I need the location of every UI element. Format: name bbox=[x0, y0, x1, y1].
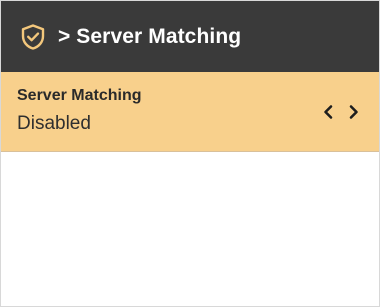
value-selector bbox=[321, 103, 361, 121]
chevron-right-icon[interactable] bbox=[347, 103, 361, 121]
setting-row-server-matching[interactable]: Server Matching Disabled bbox=[1, 72, 379, 152]
setting-value: Disabled bbox=[17, 112, 91, 134]
page-title: > Server Matching bbox=[58, 24, 242, 48]
header-bar: > Server Matching bbox=[1, 1, 379, 72]
shield-check-icon bbox=[18, 22, 48, 52]
setting-label: Server Matching bbox=[17, 86, 142, 104]
setting-text: Server Matching Disabled bbox=[17, 86, 142, 136]
chevron-left-icon[interactable] bbox=[321, 103, 335, 121]
settings-panel: > Server Matching Server Matching Disabl… bbox=[0, 0, 380, 307]
